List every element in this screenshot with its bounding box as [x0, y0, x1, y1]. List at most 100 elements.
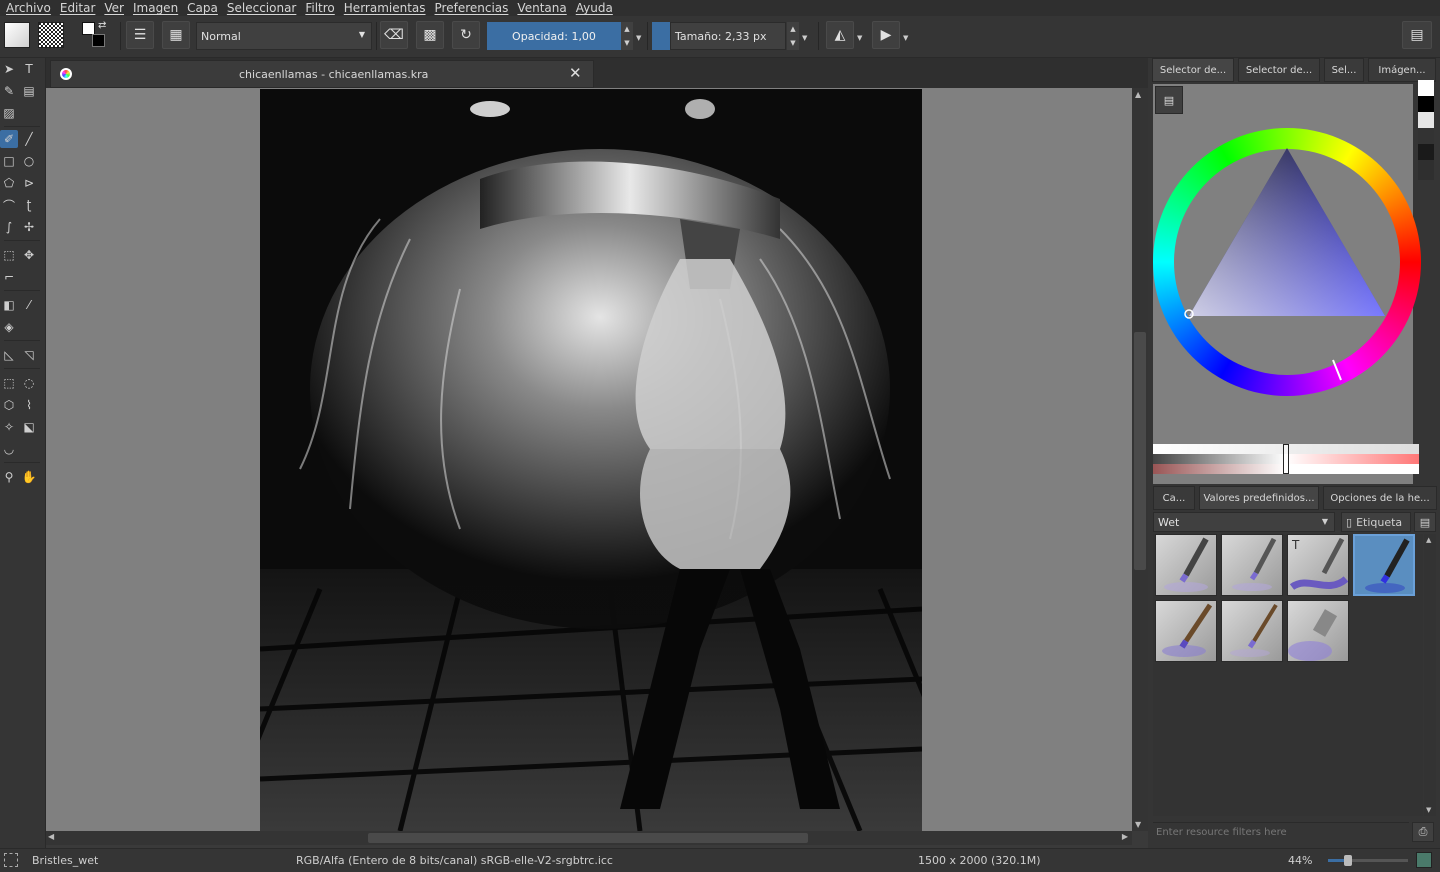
calligraphy-tool-icon[interactable]: ▤ — [20, 82, 38, 100]
opacity-stepper[interactable]: ▲ ▼ — [621, 22, 633, 50]
zoom-slider[interactable] — [1328, 855, 1408, 866]
tab-image[interactable]: Imágen... — [1368, 58, 1436, 82]
pattern-preset-button[interactable] — [38, 22, 64, 48]
menu-seleccionar[interactable]: Seleccionar — [227, 1, 296, 15]
menu-herramientas[interactable]: Herramientas — [344, 1, 426, 15]
opacity-slider[interactable]: Opacidad: 1,00 — [487, 22, 621, 50]
color-selector-area[interactable]: ▤ — [1153, 84, 1421, 484]
tab-brush-editor[interactable]: Ca... — [1153, 486, 1195, 510]
mirror-h-menu-icon[interactable]: ▼ — [857, 34, 862, 42]
scroll-down-icon[interactable]: ▼ — [1426, 806, 1431, 814]
freehand-selection-tool-icon[interactable]: ⌇ — [20, 396, 38, 414]
mirror-vertical-button[interactable]: ▶ — [872, 21, 900, 49]
menu-preferencias[interactable]: Preferencias — [435, 1, 509, 15]
menu-ventana[interactable]: Ventana — [517, 1, 566, 15]
menu-archivo[interactable]: Archivo — [6, 1, 51, 15]
reload-preset-button[interactable]: ↻ — [452, 21, 480, 49]
mirror-horizontal-button[interactable]: ◭ — [826, 21, 854, 49]
color-picker-tool-icon[interactable]: ⁄ — [20, 296, 38, 314]
brush-preset-tile[interactable] — [1287, 600, 1349, 662]
rectangle-tool-icon[interactable]: □ — [0, 152, 18, 170]
gradient-editing-tool-icon[interactable]: ▨ — [0, 104, 18, 122]
zoom-level[interactable]: 44% — [1288, 854, 1312, 867]
transform-tool-icon[interactable]: ⬚ — [0, 246, 18, 264]
text-tool-icon[interactable]: T — [20, 60, 38, 78]
scroll-down-icon[interactable]: ▼ — [1135, 820, 1141, 829]
history-color-swatch[interactable] — [1418, 112, 1434, 128]
color-slider-handle[interactable] — [1283, 444, 1289, 474]
scroll-up-icon[interactable]: ▲ — [1135, 90, 1141, 99]
color-selector-settings-button[interactable]: ▤ — [1155, 86, 1183, 114]
pan-tool-icon[interactable]: ✋ — [20, 468, 38, 486]
opacity-menu-icon[interactable]: ▼ — [636, 34, 641, 42]
similar-color-selection-tool-icon[interactable]: ⬕ — [20, 418, 38, 436]
brush-preset-tile[interactable] — [1155, 534, 1217, 596]
selection-indicator-icon[interactable] — [4, 853, 18, 867]
scroll-right-icon[interactable]: ▶ — [1122, 832, 1128, 841]
menu-editar[interactable]: Editar — [60, 1, 96, 15]
mirror-v-menu-icon[interactable]: ▼ — [903, 34, 908, 42]
scroll-left-icon[interactable]: ◀ — [48, 832, 54, 841]
measure-tool-icon[interactable]: ◹ — [20, 346, 38, 364]
menu-ayuda[interactable]: Ayuda — [576, 1, 613, 15]
menu-ver[interactable]: Ver — [104, 1, 124, 15]
eraser-mode-button[interactable]: ⌫ — [380, 21, 408, 49]
tag-button[interactable]: ▯ Etiqueta — [1341, 512, 1411, 532]
size-menu-icon[interactable]: ▼ — [802, 34, 807, 42]
size-slider-fill[interactable] — [652, 22, 670, 50]
multibrush-tool-icon[interactable]: ✢ — [20, 218, 38, 236]
fg-bg-color-selector[interactable]: ⇄ — [82, 20, 112, 50]
rectangular-selection-tool-icon[interactable]: ⬚ — [0, 374, 18, 392]
history-color-swatch[interactable] — [1418, 80, 1434, 96]
history-color-swatch[interactable] — [1418, 96, 1434, 112]
freehand-brush-tool-icon[interactable]: ✐ — [0, 130, 18, 148]
elliptical-selection-tool-icon[interactable]: ◌ — [20, 374, 38, 392]
brush-preset-tile[interactable] — [1221, 534, 1283, 596]
line-tool-icon[interactable]: ╱ — [20, 130, 38, 148]
polygon-tool-icon[interactable]: ⬠ — [0, 174, 18, 192]
history-color-swatch[interactable] — [1418, 144, 1434, 160]
move-tool-icon[interactable]: ✥ — [20, 246, 38, 264]
choose-brush-preset-button[interactable]: ▦ — [162, 21, 190, 49]
size-slider[interactable]: Tamaño: 2,33 px — [670, 22, 786, 50]
tab-selector-short[interactable]: Sel... — [1324, 58, 1364, 82]
canvas-only-toggle-icon[interactable] — [1416, 852, 1432, 868]
blend-mode-select[interactable]: Normal ▼ — [196, 22, 372, 50]
color-profile[interactable]: RGB/Alfa (Entero de 8 bits/canal) sRGB-e… — [296, 854, 613, 867]
swap-colors-icon[interactable]: ⇄ — [98, 20, 106, 31]
edit-brush-settings-button[interactable]: ☰ — [126, 21, 154, 49]
preset-scrollbar[interactable]: ▲ ▼ — [1424, 534, 1436, 816]
preserve-alpha-button[interactable]: ▩ — [416, 21, 444, 49]
fill-tool-icon[interactable]: ◈ — [0, 318, 18, 336]
resource-filter-input[interactable]: Enter resource filters here — [1153, 822, 1409, 842]
edit-shapes-tool-icon[interactable]: ✎ — [0, 82, 18, 100]
bezier-tool-icon[interactable]: ⌒ — [0, 196, 18, 214]
color-sliders[interactable] — [1153, 444, 1419, 474]
brush-preset-tile[interactable]: T — [1287, 534, 1349, 596]
zoom-slider-handle[interactable] — [1344, 855, 1352, 866]
brush-preset-tile[interactable] — [1155, 600, 1217, 662]
tab-tool-options[interactable]: Opciones de la he... — [1323, 486, 1437, 510]
menu-capa[interactable]: Capa — [187, 1, 218, 15]
vertical-scroll-thumb[interactable] — [1134, 332, 1146, 570]
canvas-artwork[interactable] — [260, 89, 922, 831]
assistant-tool-icon[interactable]: ◺ — [0, 346, 18, 364]
size-stepper[interactable]: ▲ ▼ — [787, 22, 799, 50]
background-color-swatch[interactable] — [92, 34, 105, 47]
crop-tool-icon[interactable]: ⌐ — [0, 268, 18, 286]
close-icon[interactable]: ✕ — [569, 64, 582, 82]
polygonal-selection-tool-icon[interactable]: ⬡ — [0, 396, 18, 414]
dynamic-brush-tool-icon[interactable]: ∫ — [0, 218, 18, 236]
toolbar-menu-button[interactable]: ▤ — [1402, 21, 1432, 49]
brush-preset-tile-selected[interactable] — [1353, 534, 1415, 596]
tab-advanced-color-selector[interactable]: Selector de... — [1152, 58, 1234, 82]
gradient-preset-button[interactable] — [4, 22, 30, 48]
save-search-button[interactable]: ⎙ — [1412, 822, 1434, 842]
contiguous-selection-tool-icon[interactable]: ✧ — [0, 418, 18, 436]
menu-filtro[interactable]: Filtro — [305, 1, 334, 15]
ellipse-tool-icon[interactable]: ○ — [20, 152, 38, 170]
select-shapes-tool-icon[interactable]: ➤ — [0, 60, 18, 78]
polyline-tool-icon[interactable]: ⊳ — [20, 174, 38, 192]
vertical-scrollbar[interactable]: ▲ ▼ — [1132, 88, 1148, 831]
tab-brush-presets[interactable]: Valores predefinidos... — [1199, 486, 1319, 510]
